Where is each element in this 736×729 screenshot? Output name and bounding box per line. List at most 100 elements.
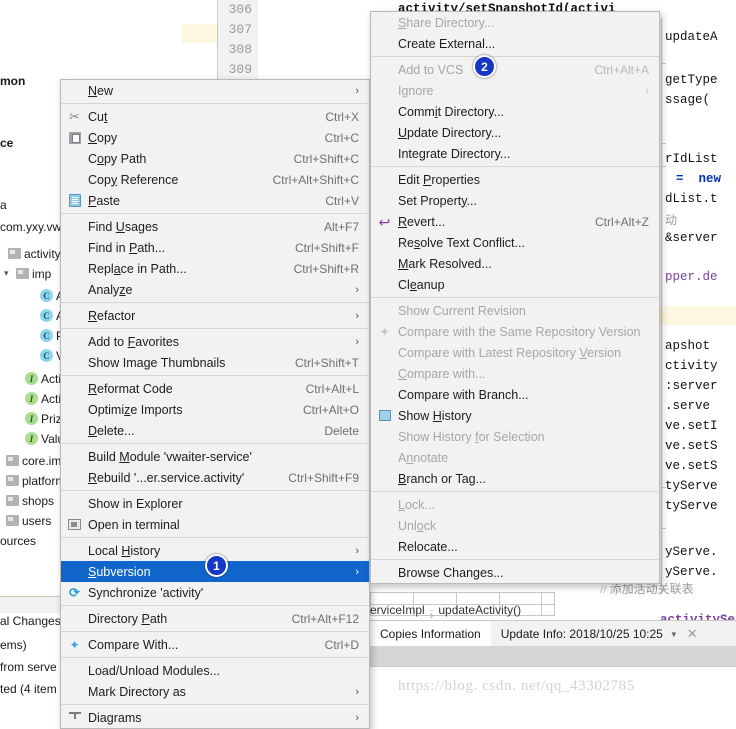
menu-item-icon (374, 83, 395, 99)
menu-item-find-usages[interactable]: Find Usages Alt+F7 (61, 216, 369, 237)
menu-item-delete[interactable]: Delete... Delete (61, 420, 369, 441)
tree-item[interactable]: I Acti (25, 370, 61, 387)
breadcrumb[interactable]: erviceImpl › updateActivity() (370, 601, 521, 622)
menu-item-cleanup[interactable]: Cleanup (371, 274, 659, 295)
menu-item-commit-directory[interactable]: Commit Directory... (371, 101, 659, 122)
folder-icon (6, 475, 19, 486)
menu-item-open-in-terminal[interactable]: Open in terminal (61, 514, 369, 535)
menu-item-rebuild-er-service-activity[interactable]: Rebuild '...er.service.activity' Ctrl+Shi… (61, 467, 369, 488)
tab-update-info-2018-10-25-10-25[interactable]: Update Info: 2018/10/25 10:25 ▼ ✕ (491, 621, 708, 647)
menu-item-shortcut: Ctrl+Shift+T (294, 355, 359, 370)
tree-item[interactable]: com.yxy.vw (0, 218, 61, 235)
tree-item[interactable]: activity (8, 245, 61, 262)
menu-separator (61, 490, 369, 491)
menu-item-mark-directory-as[interactable]: Mark Directory as › (61, 681, 369, 702)
menu-item-copy-path[interactable]: Copy Path Ctrl+Shift+C (61, 148, 369, 169)
menu-item-copy[interactable]: Copy Ctrl+C (61, 127, 369, 148)
code-fragment: pper.de (665, 270, 718, 284)
tree-item[interactable]: a (0, 196, 7, 213)
menu-item-load-unload-modules[interactable]: Load/Unload Modules... (61, 660, 369, 681)
menu-item-icon (374, 450, 395, 466)
menu-item-shortcut: Ctrl+Alt+Shift+C (272, 172, 359, 187)
subversion-submenu[interactable]: Share Directory... Create External... Add … (370, 11, 660, 584)
menu-item-copy-reference[interactable]: Copy Reference Ctrl+Alt+Shift+C (61, 169, 369, 190)
menu-item-label: Optimize Imports (88, 402, 183, 417)
menu-item-label: Compare with Branch... (398, 387, 529, 402)
menu-item-find-in-path[interactable]: Find in Path... Ctrl+Shift+F (61, 237, 369, 258)
paste-icon (68, 194, 81, 207)
menu-item-mark-resolved[interactable]: Mark Resolved... (371, 253, 659, 274)
tree-item[interactable]: ▾ imp (4, 265, 51, 282)
tree-item[interactable]: I Valu (25, 430, 64, 447)
tree-item[interactable]: ce (0, 134, 13, 151)
code-fragment: ve.setI (665, 419, 718, 433)
chevron-right-icon: › (355, 309, 359, 322)
menu-item-resolve-text-conflict[interactable]: Resolve Text Conflict... (371, 232, 659, 253)
menu-item-show-in-explorer[interactable]: Show in Explorer (61, 493, 369, 514)
interface-icon: I (25, 372, 38, 385)
tree-item-label: activity (24, 246, 61, 261)
menu-item-show-history[interactable]: Show History (371, 405, 659, 426)
tree-item[interactable]: users (6, 512, 51, 529)
menu-item-icon (64, 172, 85, 188)
menu-item-shortcut: Ctrl+Alt+A (594, 62, 649, 77)
folder-icon (8, 248, 21, 259)
menu-item-icon (64, 219, 85, 235)
tree-item[interactable]: I Acti (25, 390, 61, 407)
menu-item-browse-changes[interactable]: Browse Changes... (371, 562, 659, 583)
chevron-down-icon[interactable]: ▼ (670, 630, 678, 639)
menu-item-relocate[interactable]: Relocate... (371, 536, 659, 557)
menu-separator (61, 657, 369, 658)
menu-item-analyze[interactable]: Analyze › (61, 279, 369, 300)
menu-item-icon (374, 408, 395, 424)
breadcrumb-parent[interactable]: erviceImpl (370, 603, 425, 617)
menu-item-shortcut: Ctrl+Alt+F12 (291, 611, 359, 626)
close-icon[interactable]: ✕ (687, 626, 698, 642)
menu-item-refactor[interactable]: Refactor › (61, 305, 369, 326)
menu-item-label: Relocate... (398, 539, 458, 554)
menu-item-compare-with-branch[interactable]: Compare with Branch... (371, 384, 659, 405)
menu-item-create-external[interactable]: Create External... (371, 33, 659, 54)
menu-item-build-module-vwaiter-service[interactable]: Build Module 'vwaiter-service' (61, 446, 369, 467)
menu-item-optimize-imports[interactable]: Optimize Imports Ctrl+Alt+O (61, 399, 369, 420)
tree-item[interactable]: ources (0, 532, 36, 549)
chevron-down-icon[interactable]: ▾ (4, 268, 13, 279)
menu-item-integrate-directory[interactable]: Integrate Directory... (371, 143, 659, 164)
menu-item-synchronize-activity[interactable]: ⟳ Synchronize 'activity' (61, 582, 369, 603)
menu-item-add-to-vcs: Add to VCS Ctrl+Alt+A (371, 59, 659, 80)
menu-item-set-property[interactable]: Set Property... (371, 190, 659, 211)
menu-item-reformat-code[interactable]: Reformat Code Ctrl+Alt+L (61, 378, 369, 399)
menu-item-add-to-favorites[interactable]: Add to Favorites › (61, 331, 369, 352)
menu-item-label: Branch or Tag... (398, 471, 487, 486)
code-fragment: ve.setS (665, 439, 718, 453)
tab-copies-information[interactable]: Copies Information (370, 621, 491, 647)
menu-item-cut[interactable]: ✂ Cut Ctrl+X (61, 106, 369, 127)
menu-item-compare-with[interactable]: ✦ Compare With... Ctrl+D (61, 634, 369, 655)
menu-item-show-image-thumbnails[interactable]: Show Image Thumbnails Ctrl+Shift+T (61, 352, 369, 373)
menu-item-icon (64, 83, 85, 99)
menu-item-update-directory[interactable]: Update Directory... (371, 122, 659, 143)
menu-item-paste[interactable]: Paste Ctrl+V (61, 190, 369, 211)
menu-separator (61, 375, 369, 376)
breadcrumb-current[interactable]: updateActivity() (438, 603, 521, 617)
tool-window-tabbar[interactable]: Copies Information Update Info: 2018/10/2… (370, 620, 736, 647)
class-icon: C (40, 349, 53, 362)
tree-item[interactable]: mon (0, 72, 25, 89)
menu-item-directory-path[interactable]: Directory Path Ctrl+Alt+F12 (61, 608, 369, 629)
menu-item-new[interactable]: New › (61, 80, 369, 101)
directory-context-menu[interactable]: New › ✂ Cut Ctrl+X Copy Ctrl+C Copy Path Ctrl+Sh… (60, 79, 370, 729)
code-fragment: apshot (665, 339, 711, 353)
menu-item-icon (64, 496, 85, 512)
menu-item-shortcut: Ctrl+D (324, 637, 359, 652)
tree-item[interactable]: platform (6, 472, 65, 489)
tree-item[interactable]: I Priz (25, 410, 62, 427)
menu-item-diagrams[interactable]: Diagrams › (61, 707, 369, 728)
menu-item-edit-properties[interactable]: Edit Properties (371, 169, 659, 190)
tree-item[interactable]: shops (6, 492, 54, 509)
menu-item-icon (374, 387, 395, 403)
menu-item-branch-or-tag[interactable]: Branch or Tag... (371, 468, 659, 489)
fold-marker (661, 143, 666, 144)
menu-item-replace-in-path[interactable]: Replace in Path... Ctrl+Shift+R (61, 258, 369, 279)
menu-item-revert[interactable]: ↩ Revert... Ctrl+Alt+Z (371, 211, 659, 232)
tree-item[interactable]: core.im (6, 452, 61, 469)
